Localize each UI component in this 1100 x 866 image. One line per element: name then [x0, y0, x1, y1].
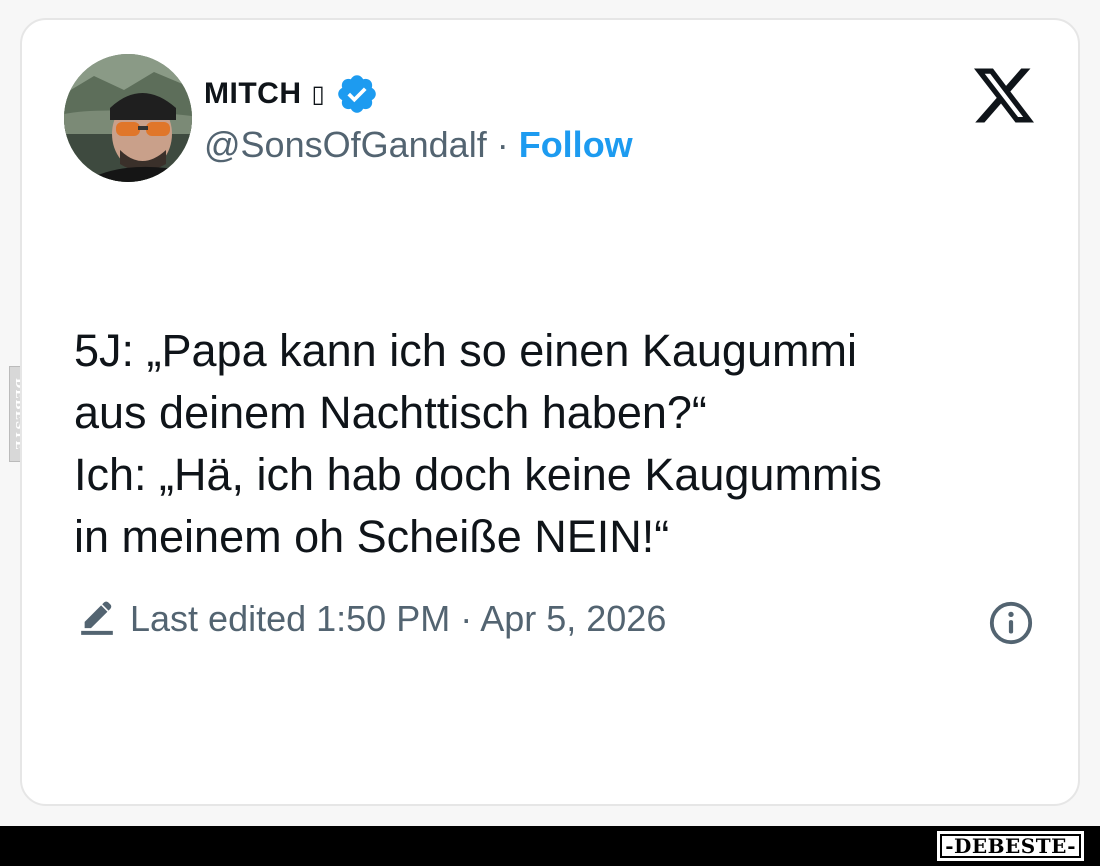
handle-separator: · — [496, 124, 509, 165]
screenshot-page: DEBESTE MITCH ▯ — [0, 0, 1100, 866]
author-name-row: MITCH ▯ — [204, 72, 379, 116]
verified-badge-icon — [337, 75, 376, 113]
avatar-photo-icon — [64, 54, 192, 182]
bottom-watermark-bar: -DEBESTE- — [0, 826, 1100, 866]
bottom-watermark-logo: -DEBESTE- — [937, 831, 1084, 861]
tweet-text: 5J: „Papa kann ich so einen Kaugummi aus… — [74, 325, 882, 562]
follow-button[interactable]: Follow — [519, 124, 633, 166]
info-icon[interactable] — [988, 600, 1034, 646]
author-name[interactable]: MITCH — [204, 77, 301, 111]
pencil-icon — [81, 601, 113, 635]
tweet-card: MITCH ▯ @SonsOfGandalf · Follow 5J: „Pap… — [20, 18, 1080, 806]
tweet-meta-row: Last edited 1:50 PM · Apr 5, 2026 — [78, 598, 666, 640]
avatar[interactable] — [64, 54, 192, 182]
author-handle-row: @SonsOfGandalf · Follow — [204, 124, 633, 166]
last-edited-label[interactable]: Last edited 1:50 PM · Apr 5, 2026 — [130, 598, 666, 640]
x-logo-icon[interactable] — [974, 68, 1034, 124]
author-handle[interactable]: @SonsOfGandalf — [204, 124, 487, 166]
author-name-emoji: ▯ — [311, 80, 325, 108]
